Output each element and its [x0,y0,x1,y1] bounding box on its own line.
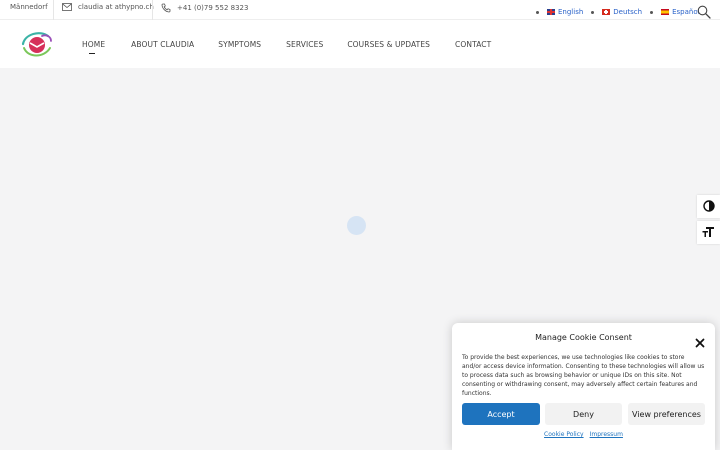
nav-contact[interactable]: CONTACT [455,40,491,49]
email-text: claudia at athypno.ch [78,3,154,11]
contrast-icon [702,197,715,216]
lang-label: Español [672,8,700,16]
language-switcher: English Deutsch Español [536,8,700,16]
cookie-description: To provide the best experiences, we use … [462,354,705,397]
lang-english[interactable]: English [536,8,583,16]
bullet [536,10,539,14]
email-link[interactable]: claudia at athypno.ch [62,3,154,11]
search-icon [697,5,711,19]
bullet [591,10,595,14]
accept-button[interactable]: Accept [462,403,540,425]
cookie-policy-link[interactable]: Cookie Policy [544,431,584,438]
top-bar: Männedorf claudia at athypno.ch +41 (0)7… [0,0,720,20]
logo[interactable] [20,30,54,58]
lang-espanol[interactable]: Español [650,8,700,16]
toggle-font-size-button[interactable] [697,221,720,244]
nav-courses-updates[interactable]: COURSES & UPDATES [347,40,430,49]
toggle-contrast-button[interactable] [697,195,720,218]
nav-symptoms[interactable]: SYMPTOMS [218,40,261,49]
divider [152,0,153,20]
phone-link[interactable]: +41 (0)79 552 8323 [161,3,248,13]
location-info: Männedorf [10,3,48,11]
nav-home[interactable]: HOME [82,40,105,54]
flag-uk-icon [547,9,555,15]
flag-ch-icon [602,9,611,15]
lang-deutsch[interactable]: Deutsch [591,8,642,16]
flag-es-icon [661,9,670,15]
cookie-title: Manage Cookie Consent [535,333,632,342]
main-nav: HOME ABOUT CLAUDIA SYMPTOMS SERVICES COU… [82,40,491,54]
phone-text: +41 (0)79 552 8323 [177,4,249,12]
search-button[interactable] [697,5,711,19]
site-header: HOME ABOUT CLAUDIA SYMPTOMS SERVICES COU… [0,20,720,68]
font-size-icon [702,223,715,242]
nav-services[interactable]: SERVICES [286,40,323,49]
impressum-link[interactable]: Impressum [590,431,623,438]
nav-about-claudia[interactable]: ABOUT CLAUDIA [131,40,194,49]
close-button[interactable] [695,333,705,348]
divider [53,0,54,20]
lang-label: Deutsch [613,8,643,16]
location-text: Männedorf [10,3,48,11]
close-icon [695,333,705,352]
cookie-links: Cookie Policy Impressum [452,431,715,438]
bullet [650,10,654,14]
phone-icon [161,3,171,13]
deny-button[interactable]: Deny [545,403,622,425]
view-preferences-button[interactable]: View preferences [628,403,705,425]
mail-icon [62,3,72,11]
cookie-consent-dialog: Manage Cookie Consent To provide the bes… [452,323,715,450]
loading-indicator [347,216,366,235]
lang-label: English [558,8,584,16]
